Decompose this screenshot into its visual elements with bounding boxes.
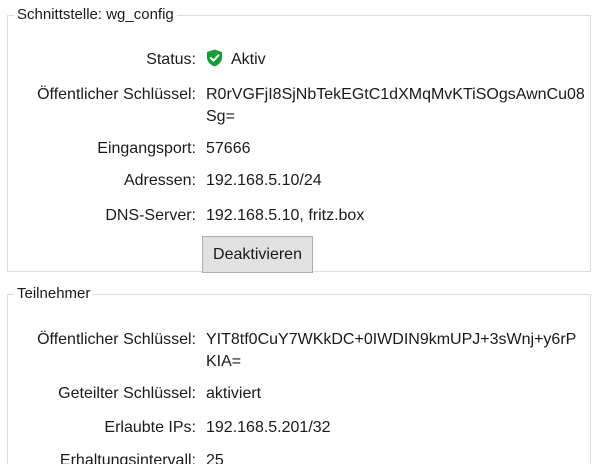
peer-public-key-value[interactable]: YIT8tf0CuY7WKkDC+0IWDIN9kmUPJ+3sWnj+y6rP…	[206, 329, 586, 373]
dns-label: DNS-Server:	[105, 207, 196, 224]
preshared-key-value[interactable]: aktiviert	[206, 383, 586, 405]
status-value-container: Aktiv	[206, 49, 586, 71]
preshared-key-label: Geteilter Schlüssel:	[58, 385, 196, 402]
peer-public-key-label: Öffentlicher Schlüssel:	[37, 331, 196, 348]
wireguard-tunnel-details: Schnittstelle: wg_config Status: Aktiv Ö…	[0, 0, 594, 464]
deactivate-button[interactable]: Deaktivieren	[202, 236, 313, 273]
allowed-ips-value[interactable]: 192.168.5.201/32	[206, 417, 586, 439]
keepalive-value[interactable]: 25	[206, 450, 586, 464]
interface-legend: Schnittstelle: wg_config	[17, 6, 174, 23]
keepalive-label: Erhaltungsintervall:	[59, 452, 196, 464]
status-label: Status:	[146, 51, 196, 68]
listen-port-value[interactable]: 57666	[206, 138, 586, 160]
addresses-value[interactable]: 192.168.5.10/24	[206, 170, 586, 192]
dns-value[interactable]: 192.168.5.10, fritz.box	[206, 205, 586, 227]
peer-legend: Teilnehmer	[17, 285, 91, 302]
interface-public-key-label: Öffentlicher Schlüssel:	[37, 86, 196, 103]
interface-public-key-value[interactable]: R0rVGFjI8SjNbTekEGtC1dXMqMvKTiSOgsAwnCu0…	[206, 84, 586, 128]
shield-check-icon	[207, 49, 222, 67]
peer-group: Teilnehmer Öffentlicher Schlüssel: YIT8t…	[7, 285, 591, 464]
allowed-ips-label: Erlaubte IPs:	[104, 419, 196, 436]
addresses-label: Adressen:	[123, 172, 196, 189]
interface-group: Schnittstelle: wg_config Status: Aktiv Ö…	[7, 6, 591, 273]
listen-port-label: Eingangsport:	[97, 140, 196, 157]
status-value: Aktiv	[231, 51, 266, 68]
